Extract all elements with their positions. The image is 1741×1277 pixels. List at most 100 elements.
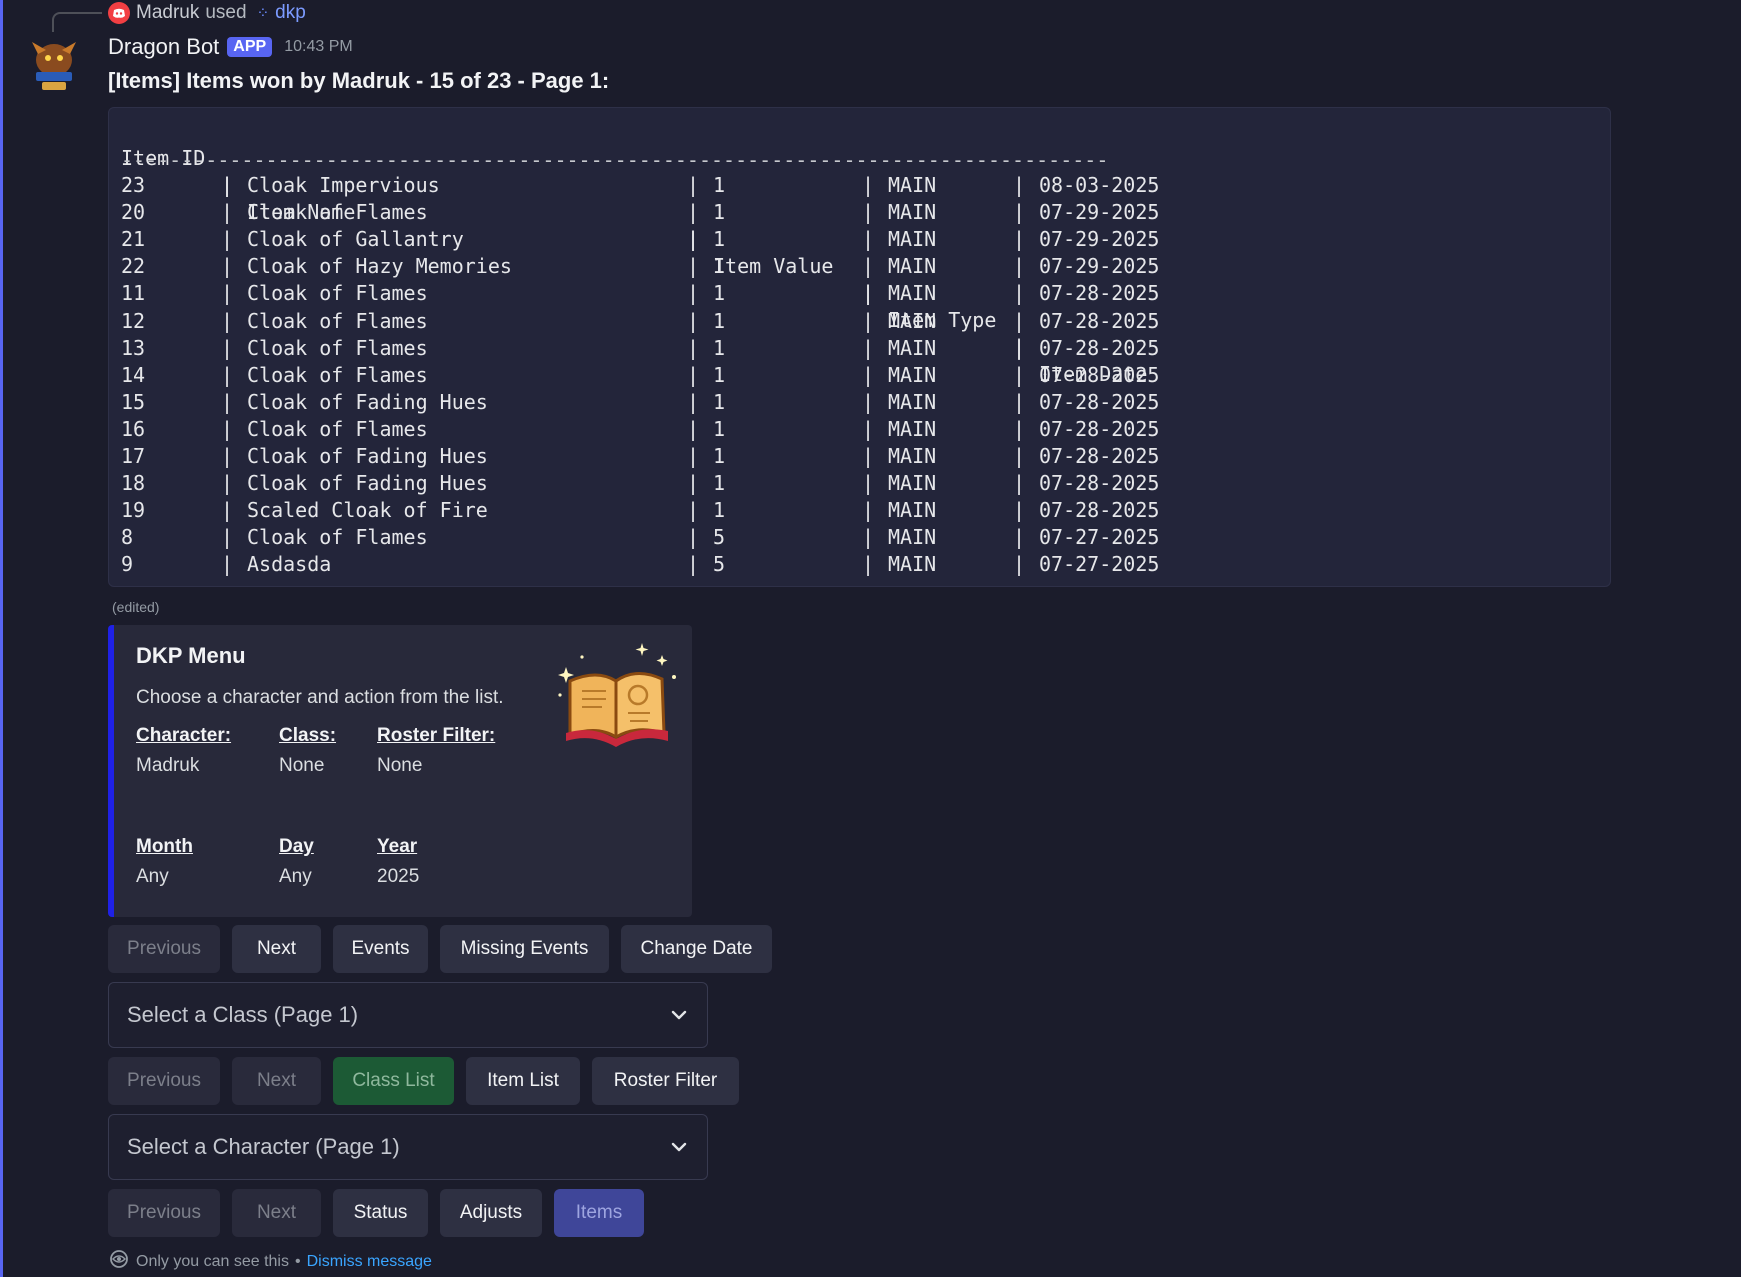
table-row: 12 | Cloak of Flames | 1 | MAIN | 07-28-2025 — [121, 308, 1221, 335]
item-name-cell: Asdasda — [247, 552, 332, 577]
previous-button-2[interactable]: Previous — [108, 1057, 220, 1105]
column-divider: | — [862, 362, 875, 387]
column-divider: | — [1013, 525, 1026, 550]
eye-icon — [108, 1250, 130, 1273]
column-divider: | — [1013, 308, 1026, 333]
item-id-cell: 8 — [121, 525, 134, 550]
field-month-value: Any — [136, 866, 169, 887]
item-date-cell: 07-29-2025 — [1039, 227, 1160, 252]
previous-button-1[interactable]: Previous — [108, 925, 220, 973]
item-list-button[interactable]: Item List — [466, 1057, 580, 1105]
item-name-cell: Cloak of Flames — [247, 525, 428, 550]
field-roster-filter-value: None — [377, 755, 423, 776]
chevron-down-icon — [669, 1137, 689, 1157]
ephemeral-notice: Only you can see this — [136, 1252, 289, 1270]
item-value-cell: 1 — [713, 444, 726, 468]
item-id-cell: 19 — [121, 498, 146, 523]
bot-avatar[interactable] — [30, 38, 78, 94]
nav-row-2: Previous Next Class List Item List Roste… — [108, 1057, 739, 1105]
column-divider: | — [862, 254, 875, 279]
items-button[interactable]: Items — [554, 1189, 644, 1237]
reply-command[interactable]: dkp — [275, 2, 306, 24]
ephemeral-footer: Only you can see this • Dismiss message — [108, 1250, 432, 1273]
table-row: 20 | Cloak of Flames | 1 | MAIN | 07-29-2025 — [121, 199, 1221, 226]
select-character-placeholder: Select a Character (Page 1) — [127, 1134, 400, 1159]
item-date-cell: 07-28-2025 — [1039, 416, 1160, 441]
item-date-cell: 07-29-2025 — [1039, 200, 1160, 225]
item-type-cell: MAIN — [888, 389, 937, 414]
select-character-dropdown[interactable]: Select a Character (Page 1) — [108, 1114, 708, 1180]
dismiss-message-link[interactable]: Dismiss message — [307, 1253, 432, 1271]
column-divider: | — [862, 525, 875, 550]
next-button-1[interactable]: Next — [232, 925, 321, 973]
item-id-cell: 15 — [121, 389, 146, 414]
message-header: Dragon Bot APP 10:43 PM — [108, 34, 353, 60]
column-divider: | — [687, 227, 700, 252]
item-value-cell: 1 — [713, 173, 726, 197]
bot-name[interactable]: Dragon Bot — [108, 34, 219, 60]
item-name-cell: Cloak of Flames — [247, 281, 428, 306]
table-row: 21 | Cloak of Gallantry | 1 | MAIN | 07-29-2025 — [121, 226, 1221, 253]
column-divider: | — [221, 308, 234, 333]
roster-filter-button[interactable]: Roster Filter — [592, 1057, 739, 1105]
table-row: 22 | Cloak of Hazy Memories | 1 | MAIN | 07-29-2… — [121, 253, 1221, 280]
open-spellbook-icon[interactable] — [552, 641, 682, 747]
missing-events-button[interactable]: Missing Events — [440, 925, 609, 973]
next-button-3[interactable]: Next — [232, 1189, 321, 1237]
item-id-cell: 20 — [121, 200, 146, 225]
column-divider: | — [862, 281, 875, 306]
item-id-cell: 23 — [121, 173, 146, 197]
item-date-cell: 07-27-2025 — [1039, 525, 1160, 550]
reply-reference[interactable]: Madruk used ⁘ dkp — [108, 0, 306, 26]
column-divider: | — [1013, 173, 1026, 197]
item-type-cell: MAIN — [888, 444, 937, 468]
item-value-cell: 1 — [713, 335, 726, 360]
item-date-cell: 07-28-2025 — [1039, 389, 1160, 414]
events-button[interactable]: Events — [333, 925, 428, 973]
item-name-cell: Cloak of Fading Hues — [247, 471, 488, 496]
slash-command-icon: ⁘ — [256, 5, 270, 22]
column-divider: | — [1013, 335, 1026, 360]
item-name-cell: Cloak of Flames — [247, 200, 428, 225]
reply-user[interactable]: Madruk — [136, 2, 199, 24]
column-divider: | — [221, 444, 234, 468]
column-divider: | — [687, 173, 700, 197]
class-list-button[interactable]: Class List — [333, 1057, 454, 1105]
change-date-button[interactable]: Change Date — [621, 925, 772, 973]
table-row: 17 | Cloak of Fading Hues | 1 | MAIN | 07-28-202… — [121, 443, 1221, 470]
table-row: 8 | Cloak of Flames | 5 | MAIN | 07-27-2025 — [121, 524, 1221, 551]
table-row: 23 | Cloak Impervious | 1 | MAIN | 08-03-2025 — [121, 172, 1221, 199]
column-divider: | — [687, 308, 700, 333]
column-divider: | — [221, 281, 234, 306]
column-divider: | — [862, 416, 875, 441]
item-date-cell: 07-28-2025 — [1039, 308, 1160, 333]
item-name-cell: Cloak of Flames — [247, 308, 428, 333]
chevron-down-icon — [669, 1005, 689, 1025]
item-value-cell: 1 — [713, 498, 726, 523]
table-row: 14 | Cloak of Flames | 1 | MAIN | 07-28-2025 — [121, 362, 1221, 389]
item-type-cell: MAIN — [888, 471, 937, 496]
item-id-cell: 13 — [121, 335, 146, 360]
item-type-cell: MAIN — [888, 552, 937, 577]
item-id-cell: 16 — [121, 416, 146, 441]
adjusts-button[interactable]: Adjusts — [440, 1189, 542, 1237]
item-value-cell: 1 — [713, 227, 726, 252]
previous-button-3[interactable]: Previous — [108, 1189, 220, 1237]
item-name-cell: Cloak of Flames — [247, 335, 428, 360]
field-class-value: None — [279, 755, 325, 776]
item-date-cell: 07-28-2025 — [1039, 362, 1160, 387]
column-divider: | — [687, 416, 700, 441]
next-button-2[interactable]: Next — [232, 1057, 321, 1105]
message-timestamp[interactable]: 10:43 PM — [284, 38, 352, 56]
item-date-cell: 07-29-2025 — [1039, 254, 1160, 279]
embed-title: DKP Menu — [136, 643, 246, 668]
item-type-cell: MAIN — [888, 525, 937, 550]
field-year-name: Year — [377, 836, 418, 857]
column-divider: | — [1013, 227, 1026, 252]
select-class-dropdown[interactable]: Select a Class (Page 1) — [108, 982, 708, 1048]
status-button[interactable]: Status — [333, 1189, 428, 1237]
column-divider: | — [862, 389, 875, 414]
column-divider: | — [221, 525, 234, 550]
reply-used-text: used — [205, 2, 247, 23]
item-id-cell: 14 — [121, 362, 146, 387]
